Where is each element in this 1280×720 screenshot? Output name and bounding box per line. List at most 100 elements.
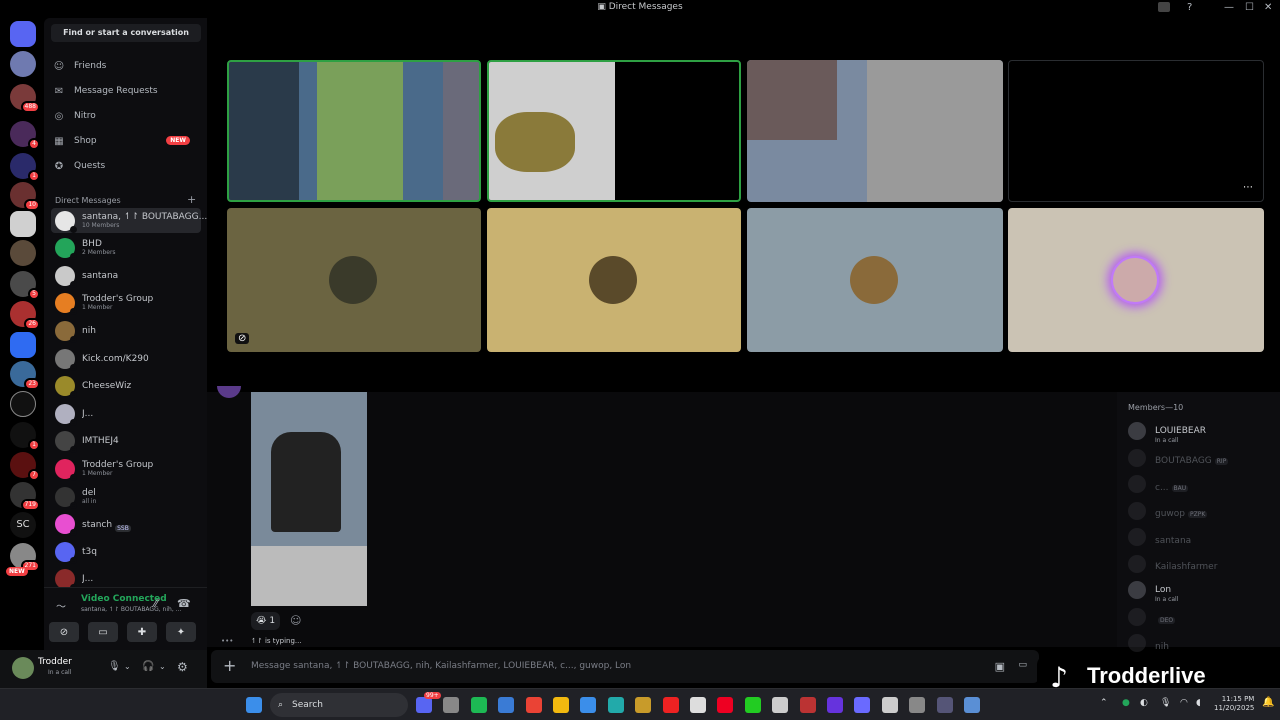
message-input[interactable]: + Message santana, ↿↾ BOUTABAGG, nih, Ka… xyxy=(211,650,1039,683)
clock[interactable]: 11:15 PM 11/20/2025 xyxy=(1214,695,1254,713)
tray-app-icon[interactable]: ◐ xyxy=(1140,698,1148,708)
camera-off-button[interactable]: ⊘ xyxy=(49,622,79,642)
wifi-icon[interactable]: ◠ xyxy=(1180,698,1188,708)
dm-item[interactable]: t3q xyxy=(51,539,201,564)
windows-start-icon[interactable] xyxy=(246,697,262,713)
photos-icon[interactable] xyxy=(498,697,515,713)
member-item[interactable]: guwop PZPK xyxy=(1128,499,1278,523)
gift-icon[interactable]: ▣ xyxy=(995,660,1005,673)
server-icon[interactable] xyxy=(10,391,36,417)
dm-item[interactable]: nih xyxy=(51,318,201,343)
dm-item[interactable]: del all in xyxy=(51,484,201,509)
server-icon[interactable]: 26 xyxy=(10,301,40,330)
epic-games-icon[interactable] xyxy=(772,697,789,713)
participant-tile-3[interactable] xyxy=(747,208,1003,352)
video-tile-1[interactable] xyxy=(227,60,481,202)
microphone-icon[interactable]: 🎙 xyxy=(108,661,121,672)
server-icon[interactable]: 7 xyxy=(10,452,40,481)
chevron-down-icon[interactable]: ⌄ xyxy=(159,662,166,671)
participant-tile-4[interactable] xyxy=(1008,208,1264,352)
discord-home-icon[interactable] xyxy=(10,21,36,47)
dm-item[interactable]: J... xyxy=(51,401,201,426)
add-reaction-icon[interactable]: ☺ xyxy=(290,614,301,627)
participant-tile-1[interactable]: ⊘ xyxy=(227,208,481,352)
folder-icon[interactable] xyxy=(553,697,569,713)
app-icon[interactable] xyxy=(635,697,652,713)
obs-icon[interactable] xyxy=(443,697,460,713)
nav-friends[interactable]: ☺ Friends xyxy=(52,56,202,76)
voice-channel[interactable]: santana, ↿↾ BOUTABAGG, nih, ... xyxy=(81,606,181,613)
dm-item[interactable]: stanch SSB xyxy=(51,512,201,537)
nav-message-requests[interactable]: ✉ Message Requests xyxy=(52,81,202,101)
chrome-icon[interactable] xyxy=(525,697,542,713)
disconnect-icon[interactable]: ☎ xyxy=(177,597,191,610)
video-tile-4[interactable]: ⋯ xyxy=(1008,60,1264,202)
controller-icon[interactable] xyxy=(854,697,871,713)
video-tile-2[interactable] xyxy=(487,60,741,202)
dm-item[interactable]: CheeseWiz xyxy=(51,374,201,399)
member-item[interactable]: LOUIEBEAR In a call xyxy=(1128,419,1278,444)
gif-icon[interactable]: ▭ xyxy=(1018,660,1027,670)
noise-suppression-icon[interactable]: ⁄⁄ xyxy=(154,597,158,610)
nav-quests[interactable]: ✪ Quests xyxy=(52,156,202,176)
server-icon[interactable]: 5 xyxy=(10,271,40,300)
server-icon[interactable]: 1 xyxy=(10,422,40,451)
chevron-down-icon[interactable]: ⌄ xyxy=(124,662,131,671)
app-icon[interactable] xyxy=(717,697,734,713)
maximize-button[interactable]: ☐ xyxy=(1245,2,1254,13)
app-icon[interactable] xyxy=(607,697,624,713)
dm-item[interactable]: BHD 2 Members xyxy=(51,236,201,261)
minimize-button[interactable]: — xyxy=(1224,2,1234,13)
nav-nitro[interactable]: ◎ Nitro xyxy=(52,106,202,126)
mic-tray-icon[interactable]: 🎙 xyxy=(1160,698,1171,708)
dm-item[interactable]: santana, ↿↾ BOUTABAGG... 10 Members xyxy=(51,208,207,233)
server-icon[interactable]: 488 xyxy=(10,84,40,113)
youtube-icon[interactable] xyxy=(662,697,679,713)
dm-item[interactable]: Kick.com/K290 xyxy=(51,346,201,371)
member-item[interactable]: nih xyxy=(1128,631,1278,655)
member-item[interactable]: santana xyxy=(1128,525,1278,549)
volume-icon[interactable]: ◖ xyxy=(1196,698,1201,708)
app-icon[interactable] xyxy=(827,697,843,713)
find-conversation-button[interactable]: Find or start a conversation xyxy=(51,24,201,42)
screen-share-button[interactable]: ▭ xyxy=(88,622,118,642)
dm-item[interactable]: IMTHEJ4 xyxy=(51,429,201,454)
discord-icon[interactable] xyxy=(416,697,432,713)
member-item[interactable]: Kailashfarmer xyxy=(1128,552,1278,576)
close-button[interactable]: ✕ xyxy=(1264,2,1272,13)
minecraft-icon[interactable] xyxy=(744,697,761,713)
reaction-chip[interactable]: 😭 1 xyxy=(251,612,281,630)
tray-app-icon[interactable]: ● xyxy=(1122,698,1130,708)
server-icon[interactable]: 23 xyxy=(10,361,40,390)
member-item[interactable]: Lon In a call xyxy=(1128,578,1278,603)
capcut-icon[interactable] xyxy=(881,697,898,713)
create-dm-icon[interactable]: + xyxy=(187,193,196,206)
app-icon[interactable] xyxy=(936,697,953,713)
headphones-icon[interactable]: 🎧 xyxy=(142,661,154,672)
participant-tile-2[interactable] xyxy=(487,208,741,352)
bell-icon[interactable]: 🔔 xyxy=(1262,697,1274,708)
app-icon[interactable] xyxy=(799,697,816,713)
image-attachment[interactable] xyxy=(251,392,367,606)
app-icon[interactable] xyxy=(964,697,980,713)
dm-item[interactable]: Trodder's Group 1 Member xyxy=(51,456,201,481)
nav-shop[interactable]: ▦ Shop NEW xyxy=(52,131,202,151)
video-tile-3[interactable] xyxy=(747,60,1003,202)
taskbar-search[interactable]: ⌕ Search xyxy=(270,693,408,717)
activities-button[interactable]: ✚ xyxy=(127,622,157,642)
help-icon[interactable]: ? xyxy=(1187,2,1192,13)
soundboard-button[interactable]: ✦ xyxy=(166,622,196,642)
spotify-icon[interactable] xyxy=(470,697,487,713)
server-icon[interactable] xyxy=(10,211,36,237)
server-icon[interactable]: 10 xyxy=(10,182,40,211)
inbox-icon[interactable] xyxy=(1158,2,1170,12)
gear-icon[interactable]: ⚙ xyxy=(177,660,188,674)
more-options-icon[interactable]: ⋯ xyxy=(1243,182,1253,193)
member-item[interactable]: c... BAU xyxy=(1128,472,1278,496)
attach-plus-icon[interactable]: + xyxy=(223,656,236,675)
dm-item[interactable]: santana xyxy=(51,263,201,288)
tray-chevron-icon[interactable]: ⌃ xyxy=(1100,698,1108,708)
server-icon[interactable]: SC xyxy=(10,512,36,538)
app-icon[interactable] xyxy=(909,697,926,713)
server-icon[interactable]: 1 xyxy=(10,153,40,182)
